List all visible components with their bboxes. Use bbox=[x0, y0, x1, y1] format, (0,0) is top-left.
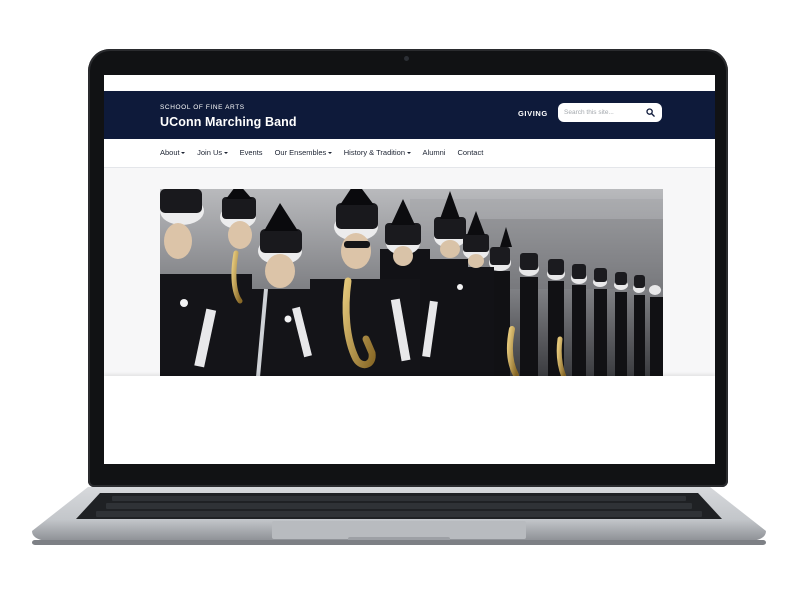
caret-down-icon bbox=[327, 151, 332, 154]
caret-down-icon bbox=[223, 151, 228, 154]
site-title[interactable]: UConn Marching Band bbox=[160, 115, 297, 129]
nav-item-label: Contact bbox=[457, 148, 484, 157]
nav-item-label: Alumni bbox=[422, 148, 446, 157]
caret-down-icon bbox=[406, 151, 411, 154]
nav-item-events[interactable]: Events bbox=[240, 148, 263, 157]
nav-item-label: Join Us bbox=[197, 148, 223, 157]
search-icon[interactable] bbox=[646, 108, 655, 117]
content-area bbox=[104, 376, 715, 464]
main-nav: About Join Us Events Our Ensembles Histo… bbox=[104, 139, 715, 168]
site-eyebrow[interactable]: SCHOOL OF FINE ARTS bbox=[160, 104, 245, 111]
nav-item-our-ensembles[interactable]: Our Ensembles bbox=[275, 148, 332, 157]
search-box[interactable] bbox=[558, 103, 662, 122]
nav-item-history-tradition[interactable]: History & Tradition bbox=[344, 148, 411, 157]
nav-item-label: About bbox=[160, 148, 180, 157]
laptop-base bbox=[32, 487, 766, 545]
giving-link[interactable]: GIVING bbox=[518, 109, 548, 118]
nav-item-contact[interactable]: Contact bbox=[457, 148, 483, 157]
nav-item-label: History & Tradition bbox=[343, 148, 406, 157]
webcam-icon bbox=[404, 56, 409, 61]
nav-item-join-us[interactable]: Join Us bbox=[197, 148, 228, 157]
hero-image bbox=[160, 189, 663, 377]
nav-list: About Join Us Events Our Ensembles Histo… bbox=[160, 148, 495, 157]
browser-top-strip bbox=[104, 75, 715, 91]
nav-item-about[interactable]: About bbox=[160, 148, 186, 157]
caret-down-icon bbox=[181, 151, 186, 154]
laptop-screen: SCHOOL OF FINE ARTS UConn Marching Band … bbox=[104, 75, 715, 464]
nav-item-label: Our Ensembles bbox=[274, 148, 327, 157]
nav-item-alumni[interactable]: Alumni bbox=[423, 148, 446, 157]
search-input[interactable] bbox=[564, 105, 642, 120]
site-header: SCHOOL OF FINE ARTS UConn Marching Band … bbox=[104, 91, 715, 139]
nav-item-label: Events bbox=[239, 148, 263, 157]
marching-band-photo bbox=[160, 189, 663, 377]
